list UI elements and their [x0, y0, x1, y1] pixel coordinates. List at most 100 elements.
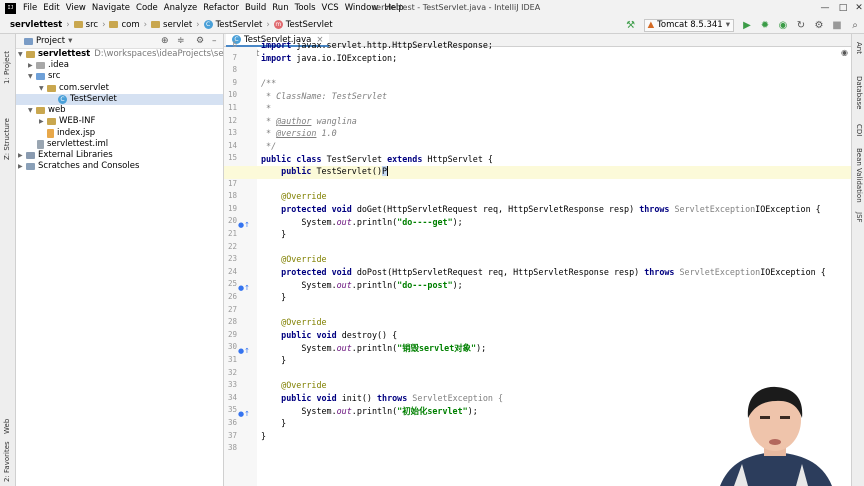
chevron-down-icon: ▼: [18, 51, 23, 58]
code-line-12: * @author wanglina: [261, 115, 357, 126]
line-number: 30: [227, 342, 237, 352]
menu-run[interactable]: Run: [269, 0, 291, 16]
window-title: servlettest - TestServlet.java - Intelli…: [372, 3, 541, 12]
breadcrumb-servlet[interactable]: servlet: [149, 20, 194, 30]
tree-item-idea[interactable]: ▶ .idea: [28, 60, 69, 71]
line-number: 36: [227, 418, 237, 427]
tree-item-web-inf[interactable]: ▶ WEB-INF: [39, 116, 95, 127]
tree-item-label: index.jsp: [57, 128, 96, 138]
override-marker-icon[interactable]: ●↑: [238, 347, 250, 355]
line-number: 10: [227, 90, 237, 100]
structure-tool-tab[interactable]: Z: Structure: [3, 118, 11, 160]
menu-file[interactable]: File: [20, 0, 40, 16]
bean-validation-tool-tab[interactable]: Bean Validation: [855, 148, 863, 203]
code-line-9: /**: [261, 78, 277, 88]
project-view-select[interactable]: Project ▾: [16, 36, 72, 46]
chevron-down-icon: ▼: [39, 85, 44, 92]
line-number: 9: [232, 77, 237, 87]
inspection-eye-icon[interactable]: ◉: [841, 48, 848, 57]
run-configuration-select[interactable]: ▲ Tomcat 8.5.341 ▾: [643, 18, 734, 32]
menu-edit[interactable]: Edit: [40, 0, 62, 16]
code-line-14: */: [261, 141, 277, 151]
line-number: 24: [227, 266, 237, 276]
override-marker-icon[interactable]: ●↑: [238, 410, 250, 418]
line-number: 35: [227, 405, 237, 415]
tree-item-servlettest-iml[interactable]: servlettest.iml: [37, 139, 108, 150]
hide-panel-icon[interactable]: –: [212, 36, 217, 46]
override-marker-icon[interactable]: ●↑: [238, 284, 250, 292]
menu-vcs[interactable]: VCS: [319, 0, 342, 16]
tree-item-external-libraries[interactable]: ▶ External Libraries: [18, 150, 113, 161]
breadcrumb-label: src: [85, 19, 99, 30]
menu-navigate[interactable]: Navigate: [89, 0, 133, 16]
chevron-down-icon: ▼: [28, 73, 33, 80]
jsf-tool-tab[interactable]: JSF: [855, 212, 863, 223]
code-line-35: System.out.println("初始化servlet");: [261, 405, 478, 416]
class-icon: C: [203, 20, 213, 29]
web-tool-tab[interactable]: Web: [3, 419, 11, 434]
tree-item-com-servlet[interactable]: ▼ com.servlet: [39, 83, 109, 94]
menu-analyze[interactable]: Analyze: [161, 0, 201, 16]
favorites-tool-tab[interactable]: 2: Favorites: [3, 441, 11, 482]
settings-gear-icon[interactable]: ⚙: [196, 36, 204, 46]
project-tool-tab[interactable]: 1: Project: [3, 51, 11, 84]
line-number: 28: [227, 317, 237, 327]
breadcrumb-class[interactable]: C TestServlet: [202, 20, 265, 30]
tree-item-web[interactable]: ▼ web: [28, 105, 66, 116]
chevron-down-icon: ▼: [28, 107, 33, 114]
menu-tools[interactable]: Tools: [292, 0, 319, 16]
code-line-10: * ClassName: TestServlet: [261, 90, 388, 101]
folder-icon: [47, 118, 56, 125]
project-panel-title: Project: [36, 36, 66, 46]
web-folder-icon: [36, 107, 45, 114]
line-number: 23: [227, 254, 237, 264]
debug-icon[interactable]: ✹: [759, 19, 771, 31]
tree-item-label: .idea: [48, 60, 69, 70]
right-tool-strip: Ant Database CDI Bean Validation JSF: [851, 34, 864, 486]
chevron-down-icon: ▾: [68, 36, 73, 46]
line-number: 19: [227, 203, 237, 213]
override-marker-icon[interactable]: ●↑: [238, 221, 250, 229]
breadcrumb-method[interactable]: m TestServlet: [272, 20, 335, 30]
ant-tool-tab[interactable]: Ant: [855, 42, 863, 54]
code-line-11: *: [261, 103, 272, 114]
breadcrumb-src[interactable]: src: [72, 20, 100, 30]
search-icon[interactable]: ⌕: [849, 19, 861, 31]
line-number: 26: [227, 292, 237, 301]
cdi-tool-tab[interactable]: CDI: [855, 124, 863, 136]
tree-item-index-jsp[interactable]: index.jsp: [47, 128, 95, 139]
line-number: 12: [227, 115, 237, 125]
source-folder-icon: [36, 73, 45, 80]
run-icon[interactable]: ▶: [741, 19, 753, 31]
menu-code[interactable]: Code: [133, 0, 161, 16]
code-line-26: }: [261, 292, 287, 303]
line-number: 25: [227, 279, 237, 289]
build-hammer-icon[interactable]: ⚒: [625, 19, 637, 31]
breadcrumb-project[interactable]: servlettest: [0, 20, 64, 30]
collapse-all-icon[interactable]: ≑: [177, 36, 185, 46]
tree-item-src[interactable]: ▼ src: [28, 71, 60, 82]
toolbar-right: ⚒ ▲ Tomcat 8.5.341 ▾ ▶ ✹ ◉ ↻ ⚙ ■ ⌕: [622, 16, 864, 34]
menu-bar: IJ File Edit View Navigate Code Analyze …: [0, 0, 864, 16]
profile-icon[interactable]: ↻: [795, 19, 807, 31]
stop-icon[interactable]: ■: [831, 19, 843, 31]
locate-icon[interactable]: ⊕: [161, 36, 169, 46]
line-number: 21: [227, 229, 237, 238]
tree-item-scratches[interactable]: ▶ Scratches and Consoles: [18, 161, 139, 172]
package-icon: [47, 85, 56, 92]
line-number: 15: [227, 153, 237, 163]
menu-view[interactable]: View: [63, 0, 89, 16]
webcam-overlay: [700, 376, 851, 486]
menu-build[interactable]: Build: [242, 0, 269, 16]
folder-icon: [73, 21, 83, 28]
breadcrumb-label: servlet: [163, 19, 193, 30]
tree-item-testservlet[interactable]: C TestServlet: [58, 94, 117, 105]
database-tool-tab[interactable]: Database: [855, 76, 863, 109]
tree-item-label: com.servlet: [59, 83, 109, 93]
breadcrumb-com[interactable]: com: [107, 20, 141, 30]
menu-refactor[interactable]: Refactor: [200, 0, 242, 16]
coverage-icon[interactable]: ◉: [777, 19, 789, 31]
code-line-19: protected void doGet(HttpServletRequest …: [261, 204, 821, 214]
more-run-icon[interactable]: ⚙: [813, 19, 825, 31]
close-icon[interactable]: ✕: [846, 0, 864, 16]
